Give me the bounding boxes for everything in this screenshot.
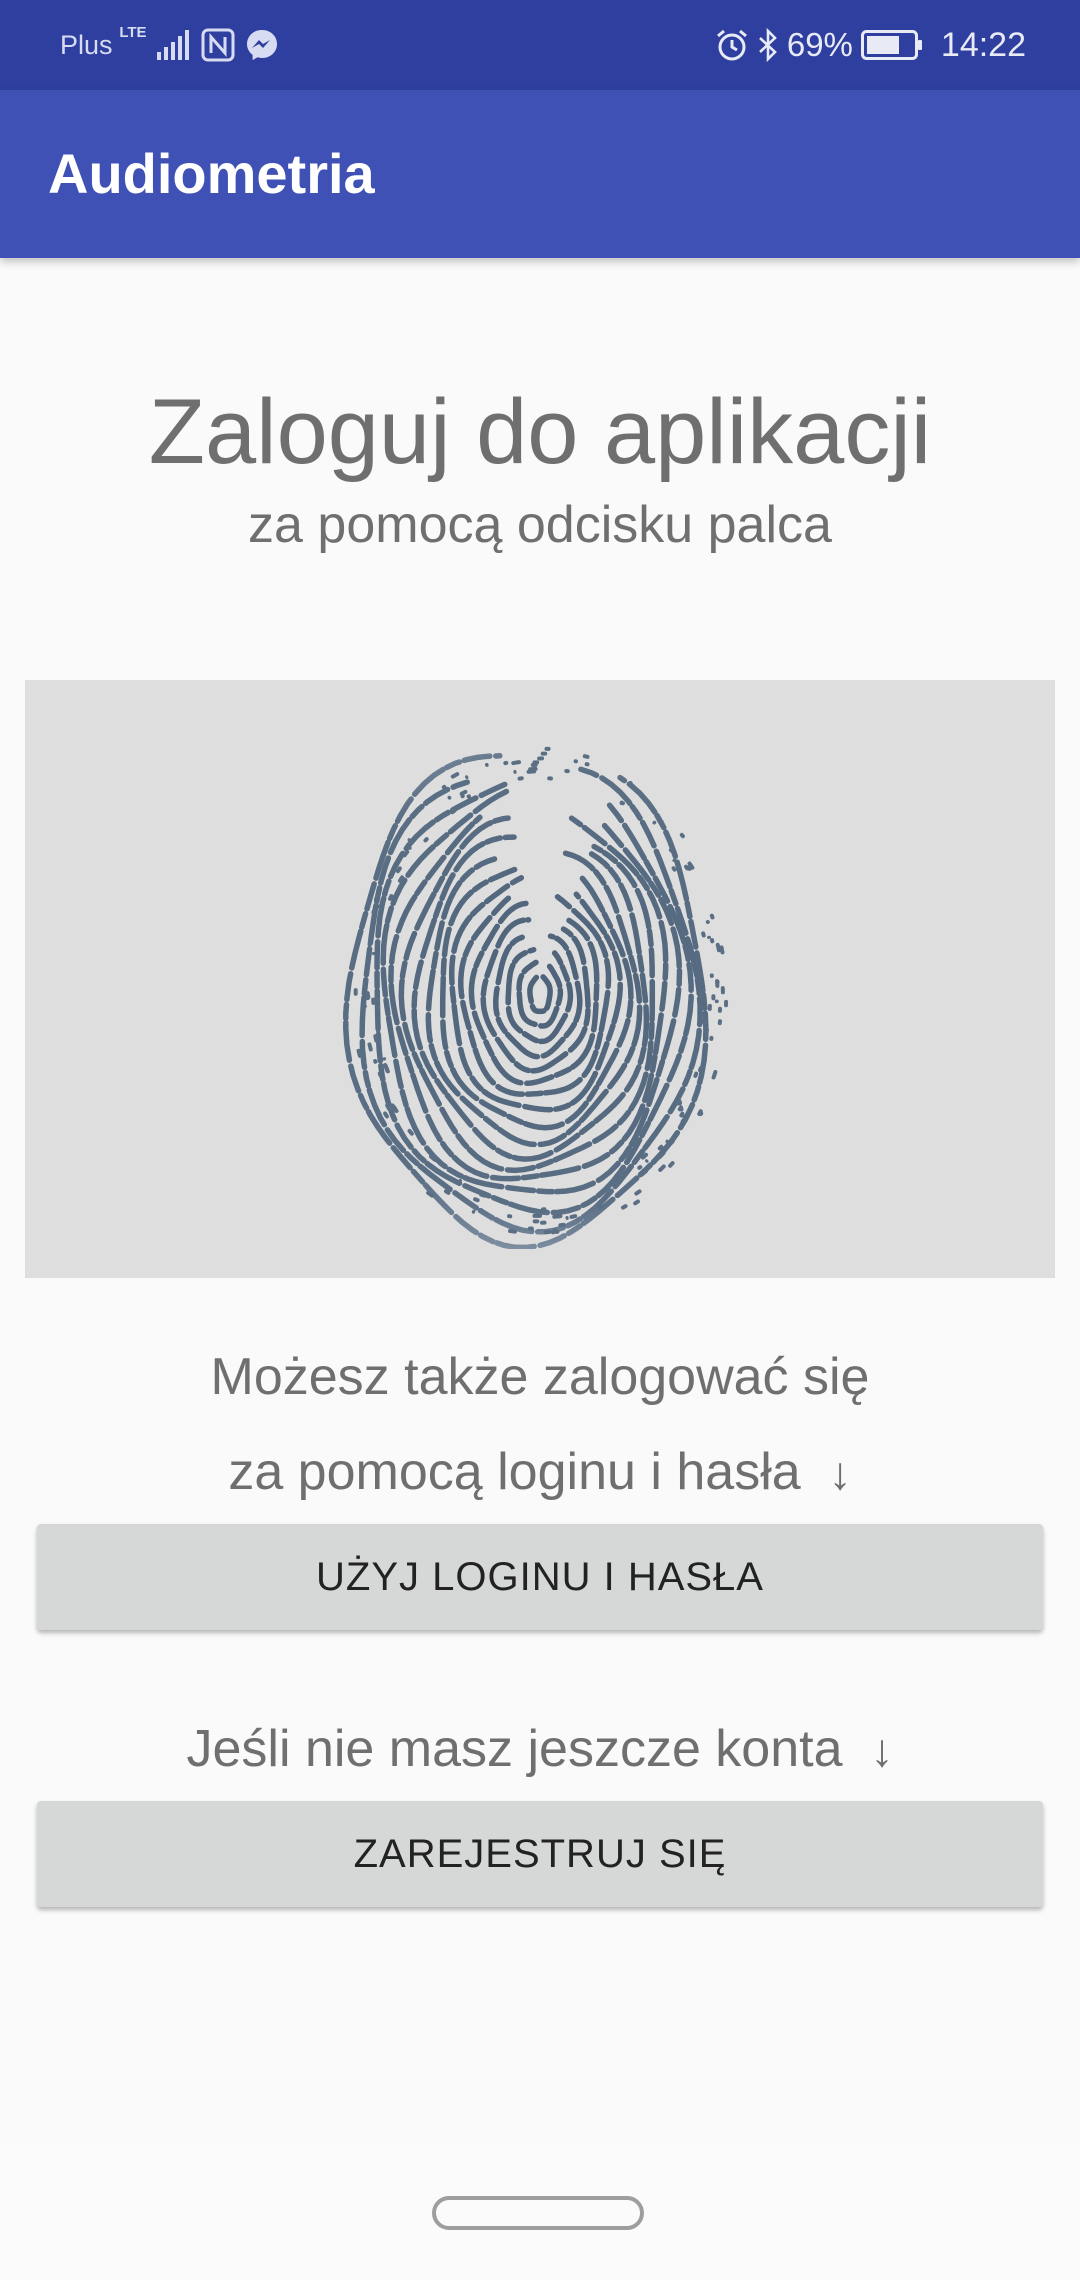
fingerprint-icon: [343, 746, 729, 1249]
fingerprint-speck: [709, 913, 715, 920]
fingerprint-speck: [645, 1159, 649, 1163]
fingerprint-panel[interactable]: [25, 680, 1055, 1278]
fingerprint-speck: [540, 1220, 547, 1225]
signal-icon: [156, 30, 191, 60]
alt-login-line1: Możesz także zalogować się: [0, 1342, 1080, 1412]
battery-percent: 69%: [786, 26, 853, 63]
fingerprint-speck: [371, 997, 376, 1005]
arrow-down-icon: ↓: [828, 1447, 852, 1499]
fingerprint-ridge: [527, 974, 553, 1015]
fingerprint-speck: [539, 1209, 545, 1214]
register-button[interactable]: ZAREJESTRUJ SIĘ: [37, 1801, 1043, 1907]
fingerprint-speck: [711, 994, 716, 1001]
fingerprint-speck: [693, 1071, 699, 1078]
arrow-down-icon: ↓: [870, 1724, 894, 1776]
fingerprint-speck: [485, 762, 489, 767]
fingerprint-speck: [705, 920, 710, 925]
fingerprint-speck: [564, 768, 570, 774]
fingerprint-speck: [527, 1226, 534, 1231]
fingerprint-speck: [517, 776, 524, 781]
fingerprint-speck: [652, 820, 657, 825]
fingerprint-speck: [513, 769, 517, 774]
fingerprint-speck: [565, 1216, 569, 1220]
fingerprint-speck: [511, 760, 522, 766]
fingerprint-speck: [367, 1042, 373, 1052]
fingerprint-speck: [543, 1230, 552, 1235]
clock: 14:22: [940, 25, 1026, 64]
fingerprint-speck: [714, 999, 719, 1004]
status-bar-left: Plus LTE: [60, 0, 279, 90]
alt-login-line2: za pomocą loginu i hasła ↓: [0, 1437, 1080, 1508]
app-bar: Audiometria: [0, 90, 1080, 258]
fingerprint-speck: [679, 832, 685, 839]
fingerprint-speck: [707, 1003, 712, 1011]
fingerprint-speck: [584, 762, 590, 767]
fingerprint-ridge: [516, 959, 564, 1029]
fingerprint-speck: [701, 931, 706, 938]
fingerprint-speck: [717, 1006, 722, 1013]
carrier-text: Plus: [60, 29, 113, 60]
fingerprint-speck: [507, 1214, 513, 1219]
fingerprint-speck: [582, 754, 590, 759]
home-gesture-bar[interactable]: [432, 2196, 644, 2230]
fingerprint-speck: [573, 759, 578, 764]
network-type: LTE: [119, 23, 147, 41]
fingerprint-speck: [532, 1213, 543, 1218]
fingerprint-speck: [717, 1019, 723, 1026]
app-screen: Plus LTE 69% 14:22 Audiometria Zaloguj d…: [0, 0, 1080, 2280]
register-prompt-text: Jeśli nie masz jeszcze konta: [186, 1720, 843, 1778]
fingerprint-speck: [375, 997, 380, 1003]
alarm-icon: [715, 28, 749, 62]
fingerprint-speck: [537, 756, 545, 761]
fingerprint-speck: [503, 760, 509, 766]
fingerprint-speck: [473, 1197, 480, 1203]
fingerprint-speck: [724, 999, 729, 1008]
fingerprint-speck: [532, 760, 540, 765]
fingerprint-speck: [699, 992, 704, 996]
alt-login-text2: za pomocą loginu i hasła: [228, 1443, 801, 1501]
fingerprint-speck: [532, 1219, 540, 1224]
login-subheadline: za pomocą odcisku palca: [248, 496, 832, 554]
fingerprint-speck: [544, 746, 551, 751]
fingerprint-speck: [540, 751, 548, 756]
carrier-name: Plus LTE: [60, 24, 147, 61]
fingerprint-speck: [634, 1189, 642, 1196]
fingerprint-speck: [547, 776, 553, 781]
use-login-password-button[interactable]: UŻYJ LOGINU I HASŁA: [37, 1524, 1043, 1630]
fingerprint-speck: [633, 1199, 640, 1206]
fingerprint-speck: [447, 795, 452, 800]
fingerprint-speck: [711, 1069, 718, 1080]
app-title: Audiometria: [48, 142, 375, 205]
status-bar-right: 69% 14:22: [715, 0, 1026, 90]
fingerprint-speck: [528, 766, 538, 772]
bluetooth-icon: [757, 28, 779, 62]
battery-icon: [860, 30, 923, 60]
register-prompt-line: Jeśli nie masz jeszcze konta ↓: [0, 1714, 1080, 1785]
nfc-icon: [201, 28, 235, 62]
alt-login-text1: Możesz także zalogować się: [210, 1348, 870, 1406]
fingerprint-speck: [709, 973, 714, 978]
fingerprint-speck: [353, 988, 358, 996]
fingerprint-speck: [709, 938, 715, 944]
login-headline: Zaloguj do aplikacji: [148, 381, 932, 483]
fingerprint-speck: [668, 1161, 675, 1168]
fingerprint-speck: [709, 1035, 714, 1041]
fingerprint-speck: [620, 1204, 628, 1210]
fingerprint-speck: [465, 775, 469, 780]
fingerprint-speck: [365, 991, 370, 999]
fingerprint-speck: [423, 837, 429, 843]
fingerprint-speck: [373, 1059, 378, 1064]
status-bar: Plus LTE 69% 14:22: [0, 0, 1080, 90]
fingerprint-speck: [658, 1164, 666, 1172]
fingerprint-speck: [450, 772, 460, 779]
messenger-icon: [245, 28, 279, 62]
fingerprint-speck: [720, 986, 725, 995]
